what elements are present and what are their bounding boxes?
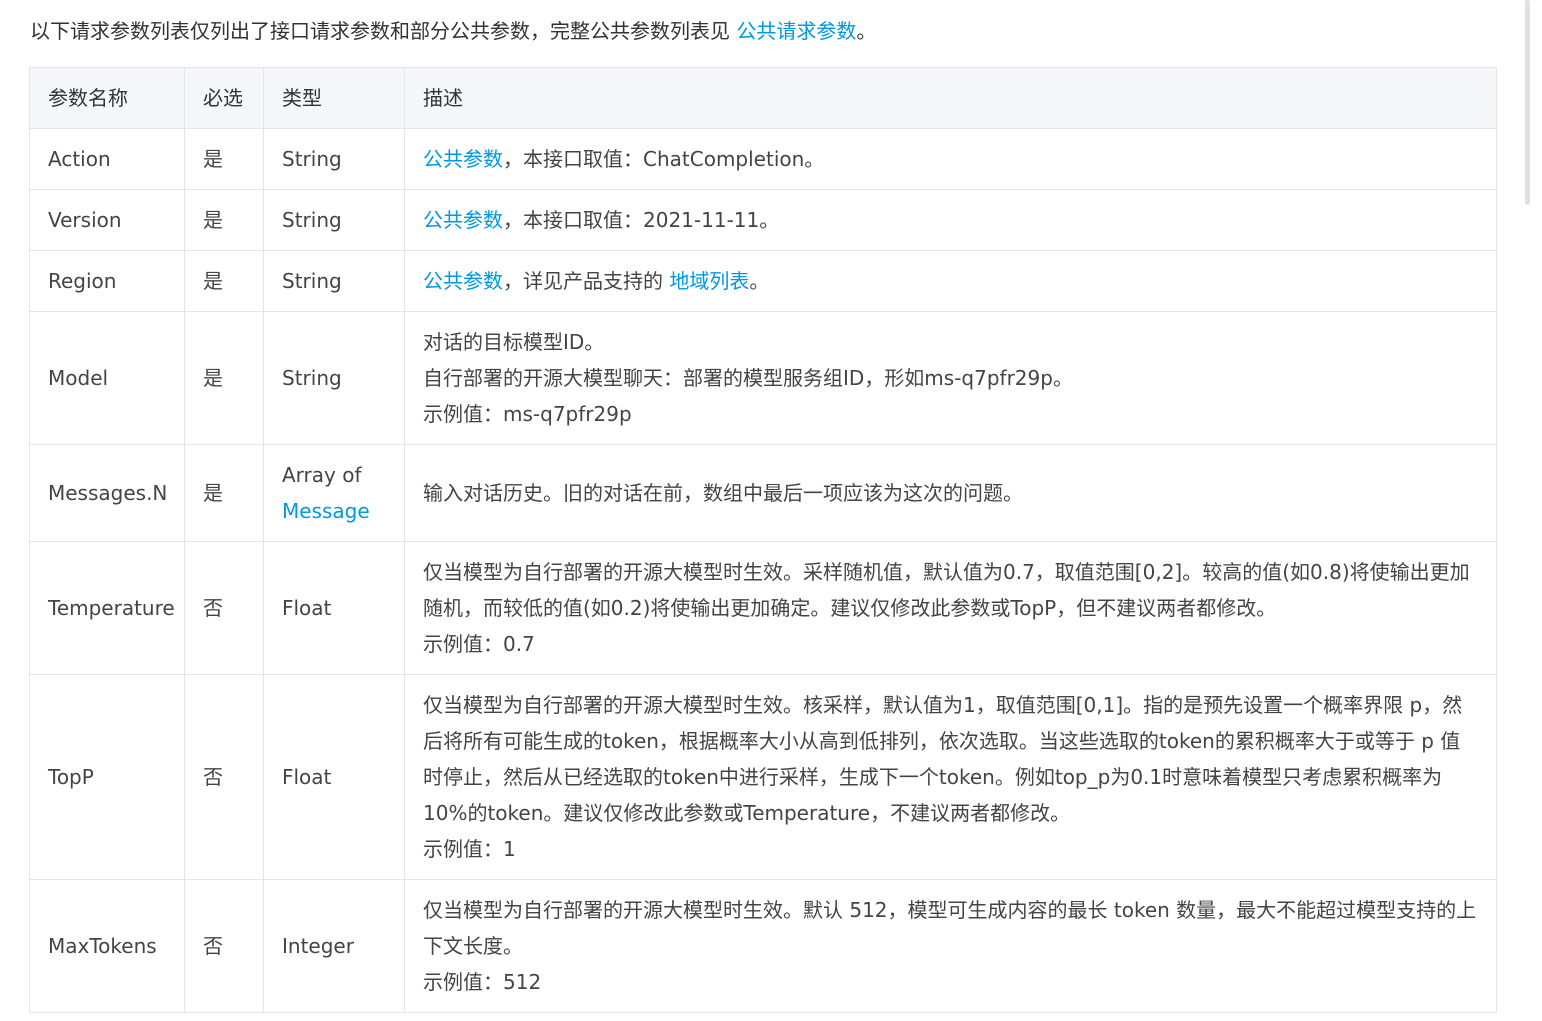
desc-suffix: 。 [749,269,770,293]
param-required: 否 [184,541,264,675]
param-required: 否 [184,879,264,1013]
desc-text: 仅当模型为自行部署的开源大模型时生效。默认 512，模型可生成内容的最长 tok… [423,898,1477,958]
table-row: Region 是 String 公共参数，详见产品支持的 地域列表。 [29,250,1497,312]
param-type: String [263,128,405,190]
param-description: 输入对话历史。旧的对话在前，数组中最后一项应该为这次的问题。 [404,444,1497,542]
desc-text: ，本接口取值：2021-11-11。 [503,208,780,232]
table-row: Messages.N 是 Array of Message 输入对话历史。旧的对话… [29,444,1497,542]
param-name: Messages.N [29,444,185,542]
scrollbar[interactable] [1522,0,1542,1021]
param-name: Model [29,311,185,445]
param-required: 是 [184,189,264,251]
desc-line: 对话的目标模型ID。 [423,330,605,354]
header-type: 类型 [263,67,405,129]
param-type: Integer [263,879,405,1013]
region-list-link[interactable]: 地域列表 [669,269,749,293]
table-header-row: 参数名称 必选 类型 描述 [29,67,1497,129]
param-description: 对话的目标模型ID。 自行部署的开源大模型聊天：部署的模型服务组ID，形如ms-… [404,311,1497,445]
param-description: 仅当模型为自行部署的开源大模型时生效。核采样，默认值为1，取值范围[0,1]。指… [404,674,1497,880]
param-name: Action [29,128,185,190]
table-row: Temperature 否 Float 仅当模型为自行部署的开源大模型时生效。采… [29,541,1497,675]
public-params-link[interactable]: 公共参数 [423,208,503,232]
param-description: 公共参数，本接口取值：2021-11-11。 [404,189,1497,251]
intro-suffix: 。 [856,19,877,43]
param-description: 仅当模型为自行部署的开源大模型时生效。采样随机值，默认值为0.7，取值范围[0,… [404,541,1497,675]
param-name: Region [29,250,185,312]
param-name: MaxTokens [29,879,185,1013]
param-required: 是 [184,250,264,312]
public-request-params-link[interactable]: 公共请求参数 [736,19,856,43]
table-row: Model 是 String 对话的目标模型ID。 自行部署的开源大模型聊天：部… [29,311,1497,445]
param-required: 是 [184,444,264,542]
desc-text: ，详见产品支持的 [503,269,670,293]
table-row: Action 是 String 公共参数，本接口取值：ChatCompletio… [29,128,1497,190]
desc-text: ，本接口取值：ChatCompletion。 [503,147,825,171]
param-description: 公共参数，详见产品支持的 地域列表。 [404,250,1497,312]
param-name: Version [29,189,185,251]
request-params-table: 参数名称 必选 类型 描述 Action 是 String 公共参数，本接口取值… [29,67,1497,1013]
table-row: Version 是 String 公共参数，本接口取值：2021-11-11。 [29,189,1497,251]
param-name: TopP [29,674,185,880]
example-value: 示例值：ms-q7pfr29p [423,402,632,426]
public-params-link[interactable]: 公共参数 [423,147,503,171]
param-type: Float [263,541,405,675]
type-text: Array of [282,463,362,487]
public-params-link[interactable]: 公共参数 [423,269,503,293]
param-required: 否 [184,674,264,880]
header-required: 必选 [184,67,264,129]
table-row: MaxTokens 否 Integer 仅当模型为自行部署的开源大模型时生效。默… [29,879,1497,1013]
table-row: TopP 否 Float 仅当模型为自行部署的开源大模型时生效。核采样，默认值为… [29,674,1497,880]
param-type: Float [263,674,405,880]
param-description: 仅当模型为自行部署的开源大模型时生效。默认 512，模型可生成内容的最长 tok… [404,879,1497,1013]
desc-text: 仅当模型为自行部署的开源大模型时生效。核采样，默认值为1，取值范围[0,1]。指… [423,693,1463,825]
param-required: 是 [184,128,264,190]
scrollbar-thumb[interactable] [1525,0,1530,205]
desc-text: 仅当模型为自行部署的开源大模型时生效。采样随机值，默认值为0.7，取值范围[0,… [423,560,1470,620]
header-param-name: 参数名称 [29,67,185,129]
param-type: String [263,189,405,251]
example-value: 示例值：0.7 [423,632,535,656]
example-value: 示例值：512 [423,970,542,994]
desc-line: 自行部署的开源大模型聊天：部署的模型服务组ID，形如ms-q7pfr29p。 [423,366,1073,390]
param-required: 是 [184,311,264,445]
example-value: 示例值：1 [423,837,516,861]
param-type: String [263,311,405,445]
param-type: Array of Message [263,444,405,542]
param-type: String [263,250,405,312]
intro-text: 以下请求参数列表仅列出了接口请求参数和部分公共参数，完整公共参数列表见 公共请求… [30,16,876,46]
param-name: Temperature [29,541,185,675]
intro-text-body: 以下请求参数列表仅列出了接口请求参数和部分公共参数，完整公共参数列表见 [30,19,737,43]
param-description: 公共参数，本接口取值：ChatCompletion。 [404,128,1497,190]
message-type-link[interactable]: Message [282,493,386,529]
header-description: 描述 [404,67,1497,129]
